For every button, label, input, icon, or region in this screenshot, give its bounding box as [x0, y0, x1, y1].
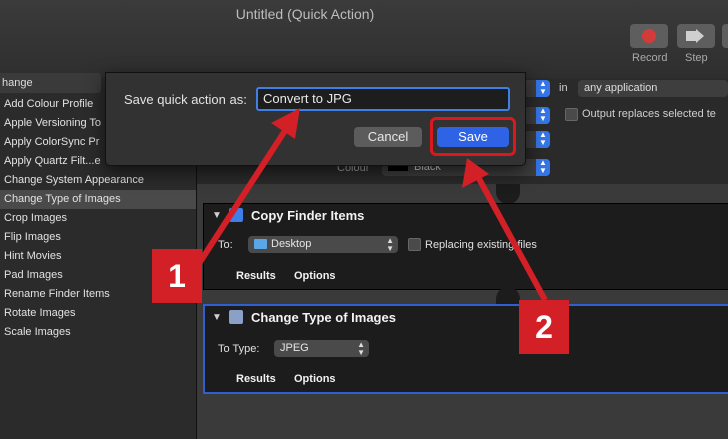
step-badge-2: 2 [519, 300, 569, 354]
arrow-2-shaft [474, 173, 548, 302]
step-badge-1: 1 [152, 249, 202, 303]
annotation-arrows [197, 108, 548, 302]
arrow-1-shaft [197, 124, 291, 264]
